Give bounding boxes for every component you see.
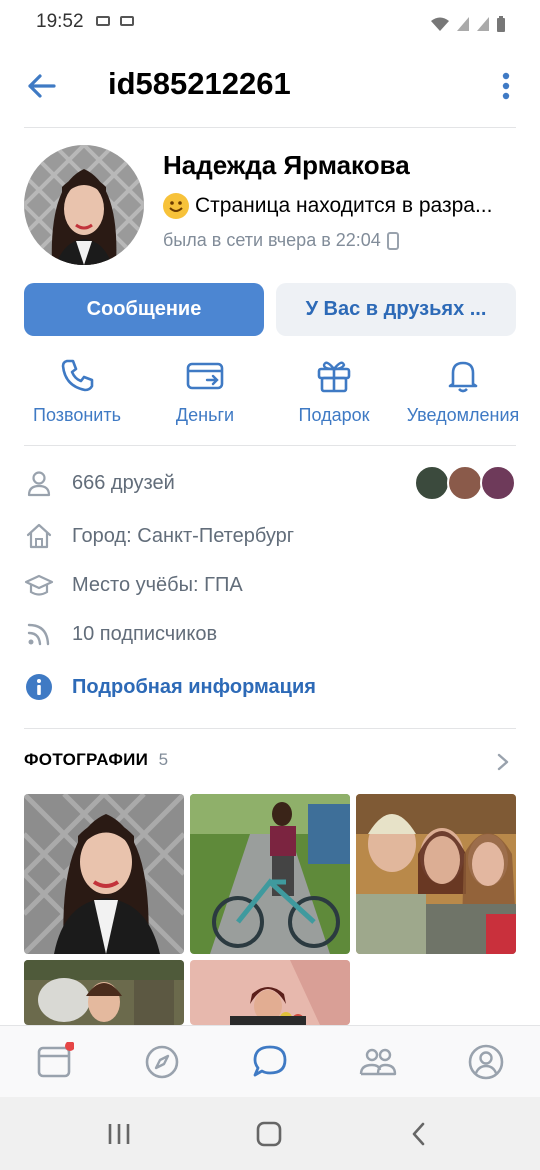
money-action[interactable]: Деньги [140, 355, 270, 426]
education-icon [24, 574, 54, 596]
divider [24, 445, 516, 446]
smile-emoji-icon [163, 193, 189, 219]
back-button-icon[interactable] [404, 1119, 434, 1149]
school-text: Место учёбы: ГПА [72, 573, 243, 596]
school-row: Место учёбы: ГПА [24, 567, 516, 603]
status-bar: 19:52 [0, 0, 540, 46]
money-icon [186, 362, 224, 390]
bottom-tab-bar [0, 1025, 540, 1097]
city-text: Город: Санкт-Петербург [72, 524, 295, 547]
gift-icon [317, 361, 351, 393]
signal-icon [477, 17, 489, 31]
friend-avatar [414, 465, 450, 501]
discover-icon[interactable] [142, 1042, 182, 1082]
photo-thumbnail[interactable] [190, 960, 350, 1025]
notification-icon [96, 16, 110, 26]
more-icon[interactable] [498, 68, 514, 104]
profile-status-text: Страница находится в разра... [195, 194, 493, 217]
battery-icon [497, 16, 505, 32]
photo-thumbnail[interactable] [24, 960, 184, 1025]
home-button-icon[interactable] [254, 1119, 284, 1149]
action-label: Позвонить [33, 405, 121, 425]
feed-icon[interactable] [34, 1042, 74, 1082]
header: id585212261 [0, 46, 540, 126]
profile-name: Надежда Ярмакова [163, 150, 410, 180]
action-label: Уведомления [406, 405, 520, 425]
friends-status-button[interactable]: У Вас в друзьях ... [276, 283, 516, 336]
photos-count: 5 [158, 750, 169, 769]
more-info-row[interactable]: Подробная информация [24, 669, 516, 705]
photos-header[interactable]: ФОТОГРАФИИ 5 [24, 750, 516, 776]
photo-thumbnail[interactable] [24, 794, 184, 954]
system-icons [430, 12, 506, 32]
status-time: 19:52 [36, 11, 84, 32]
action-label: Деньги [175, 405, 235, 425]
photo-thumbnail[interactable] [190, 794, 350, 954]
notifications-action[interactable]: Уведомления [398, 355, 528, 426]
friend-avatar [480, 465, 516, 501]
call-action[interactable]: Позвонить [12, 355, 142, 426]
rss-icon [27, 623, 50, 646]
wifi-icon [431, 17, 449, 31]
mobile-icon [386, 231, 399, 250]
back-arrow-icon[interactable] [24, 68, 60, 104]
bell-icon [448, 361, 478, 393]
city-row: Город: Санкт-Петербург [24, 518, 516, 554]
photo-thumbnail[interactable] [356, 794, 516, 954]
recent-apps-icon[interactable] [104, 1119, 134, 1149]
followers-text: 10 подписчиков [72, 622, 218, 645]
divider [24, 728, 516, 729]
profile-status: Страница находится в разра... [163, 193, 523, 219]
last-seen: была в сети вчера в 22:04 [163, 230, 399, 251]
messages-icon[interactable] [250, 1042, 290, 1082]
last-seen-text: была в сети вчера в 22:04 [163, 230, 381, 250]
phone-icon [61, 359, 94, 392]
home-icon [26, 523, 52, 549]
notification-icon [120, 16, 134, 26]
friends-avatars[interactable] [414, 465, 516, 501]
chevron-right-icon[interactable] [496, 752, 510, 772]
message-button[interactable]: Сообщение [24, 283, 264, 336]
system-nav-bar [0, 1097, 540, 1170]
signal-icon [457, 17, 469, 31]
gift-action[interactable]: Подарок [269, 355, 399, 426]
divider [24, 127, 516, 128]
friend-avatar [447, 465, 483, 501]
friends-count: 666 друзей [72, 471, 175, 494]
action-label: Подарок [298, 405, 370, 425]
photos-title: ФОТОГРАФИИ [24, 750, 149, 769]
profile-actions: Позвонить Деньги Подарок Уведомления [0, 355, 540, 435]
friends-icon[interactable] [358, 1042, 398, 1082]
user-icon [27, 471, 51, 497]
profile-icon[interactable] [466, 1042, 506, 1082]
info-icon [26, 674, 52, 700]
avatar[interactable] [24, 145, 144, 265]
page-title: id585212261 [108, 66, 291, 101]
more-info-link: Подробная информация [72, 675, 316, 698]
followers-row[interactable]: 10 подписчиков [24, 616, 516, 652]
